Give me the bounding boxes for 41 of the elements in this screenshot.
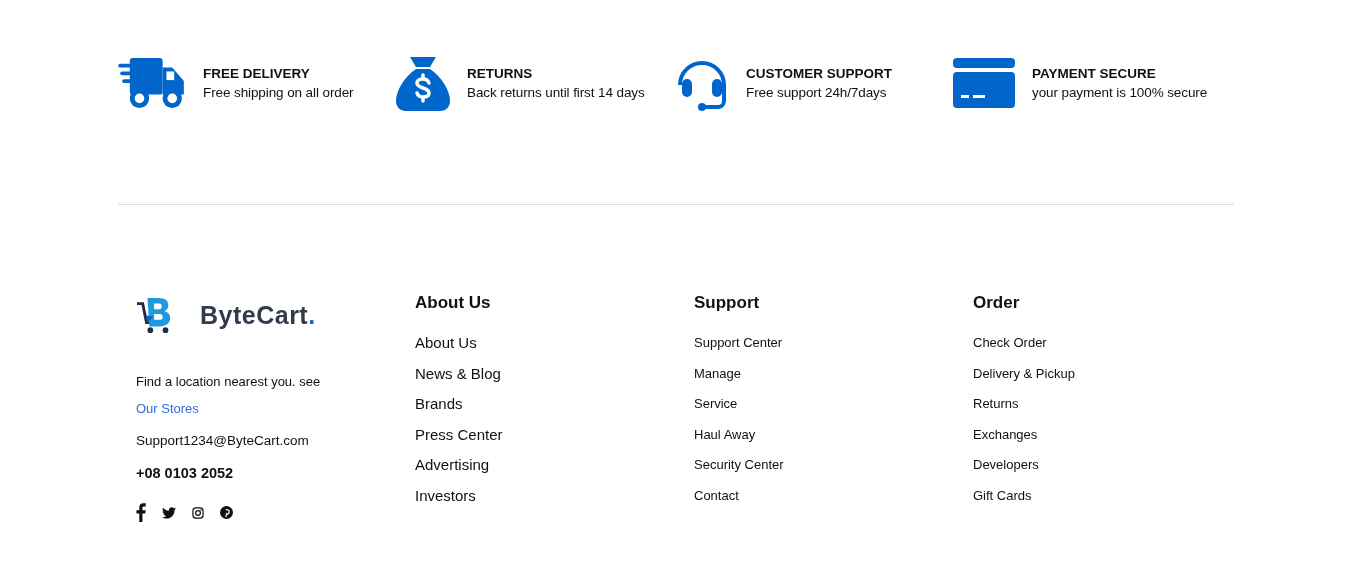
feature-description: your payment is 100% secure bbox=[1032, 85, 1208, 100]
credit-card-icon bbox=[953, 58, 1015, 108]
footer-link[interactable]: News & Blog bbox=[415, 364, 501, 383]
feature-description: Free support 24h/7days bbox=[746, 85, 888, 100]
column-heading: Support bbox=[694, 293, 760, 313]
footer-link[interactable]: Haul Away bbox=[694, 425, 756, 444]
feature-description: Free shipping on all order bbox=[203, 85, 354, 100]
footer-link[interactable]: Exchanges bbox=[973, 425, 1038, 444]
footer-link[interactable]: Press Center bbox=[415, 425, 503, 444]
logo-wordmark: ByteCart. bbox=[200, 300, 316, 330]
stores-link[interactable]: Our Stores bbox=[136, 401, 199, 416]
feature-description: Back returns until first 14 days bbox=[467, 85, 645, 100]
footer-link[interactable]: Delivery & Pickup bbox=[973, 364, 1075, 383]
twitter-icon[interactable] bbox=[162, 506, 176, 519]
facebook-icon[interactable] bbox=[136, 503, 146, 522]
money-bag-icon bbox=[395, 55, 451, 111]
feature-title: FREE DELIVERY bbox=[203, 66, 311, 81]
footer-link[interactable]: Brands bbox=[415, 395, 463, 414]
feature-title: CUSTOMER SUPPORT bbox=[746, 66, 892, 81]
column-heading: About Us bbox=[415, 293, 491, 313]
feature-title: RETURNS bbox=[467, 66, 534, 81]
footer-link[interactable]: Check Order bbox=[973, 334, 1047, 352]
footer-link[interactable]: Gift Cards bbox=[973, 486, 1032, 505]
email-address: Support1234@ByteCart.com bbox=[136, 433, 310, 448]
footer-link[interactable]: Developers bbox=[973, 456, 1039, 475]
instagram-icon[interactable] bbox=[192, 506, 204, 519]
footer-link[interactable]: Advertising bbox=[415, 456, 490, 475]
footer-link[interactable]: Contact bbox=[694, 486, 739, 505]
footer-link[interactable]: About Us bbox=[415, 334, 477, 352]
footer-link[interactable]: Returns bbox=[973, 395, 1019, 414]
location-text: Find a location nearest you. see Our Stores bbox=[136, 373, 322, 418]
feature-title: PAYMENT SECURE bbox=[1032, 66, 1157, 81]
footer-link[interactable]: Security Center bbox=[694, 456, 784, 475]
footer-link[interactable]: Investors bbox=[415, 486, 476, 505]
phone-number: +08 0103 2052 bbox=[136, 465, 235, 481]
column-heading: Order bbox=[973, 293, 1020, 313]
footer-link[interactable]: Support Center bbox=[694, 334, 783, 352]
footer-link[interactable]: Service bbox=[694, 395, 738, 414]
footer-link[interactable]: Manage bbox=[694, 364, 741, 383]
pinterest-icon[interactable] bbox=[220, 506, 233, 519]
truck-icon bbox=[118, 56, 186, 110]
